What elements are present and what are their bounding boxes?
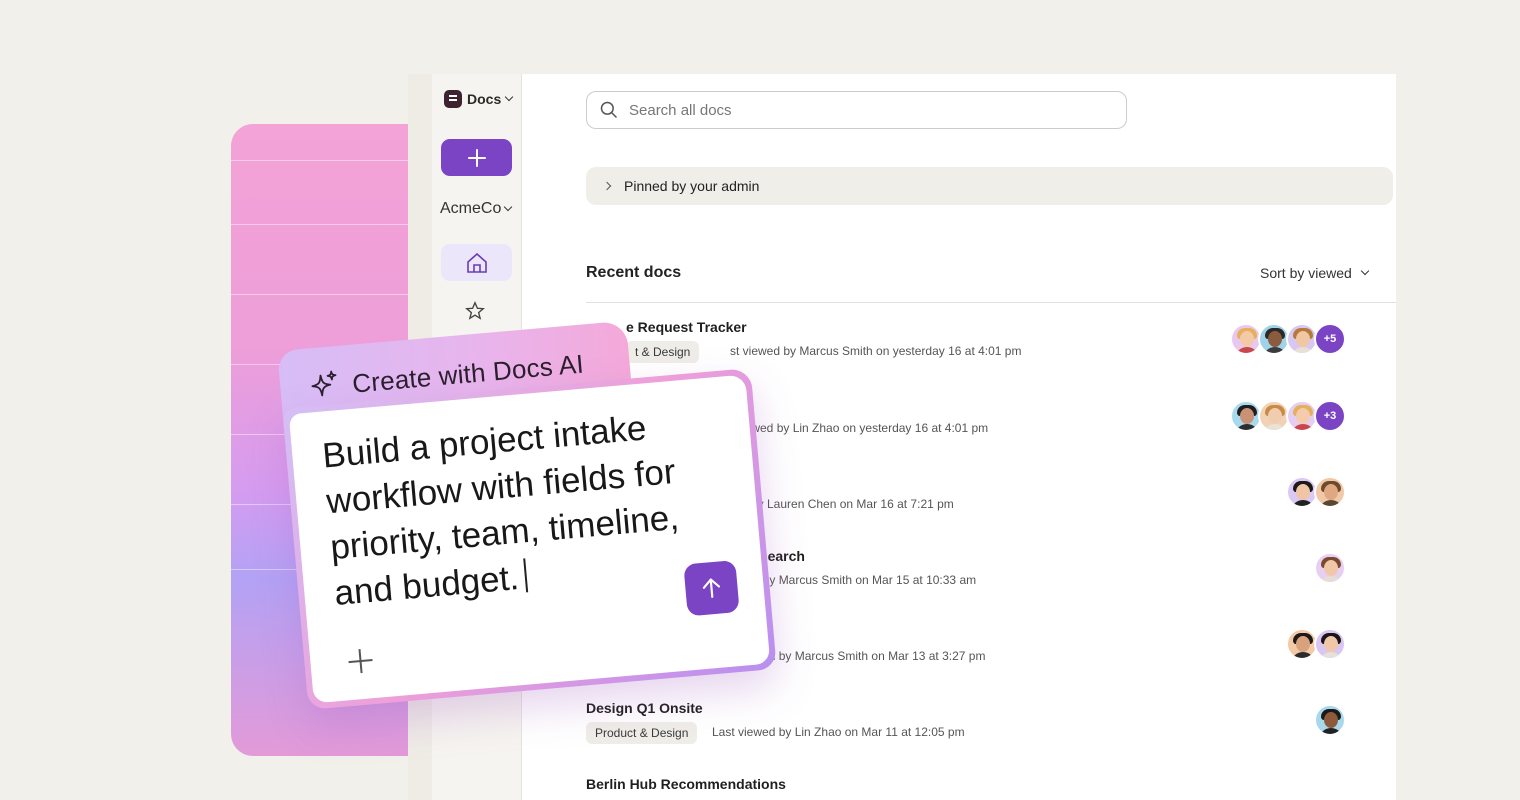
doc-meta: viewed by Lin Zhao on yesterday 16 at 4:… bbox=[736, 421, 989, 435]
send-button[interactable] bbox=[683, 560, 740, 617]
doc-row[interactable]: Berlin Hub Recommendations bbox=[586, 776, 1346, 800]
doc-title: Berlin Hub Recommendations bbox=[586, 776, 786, 792]
collaborator-avatars[interactable]: +3 bbox=[1230, 400, 1346, 432]
org-name: AcmeCo bbox=[440, 200, 502, 217]
avatar bbox=[1314, 704, 1346, 736]
avatar bbox=[1314, 628, 1346, 660]
docs-ai-card: Create with Docs AI Build a project inta… bbox=[277, 310, 777, 710]
prompt-input[interactable]: Build a project intake workflow with fie… bbox=[321, 399, 736, 617]
doc-tag: Product & Design bbox=[586, 722, 698, 744]
collaborator-avatars[interactable] bbox=[1314, 704, 1346, 736]
home-icon bbox=[466, 252, 487, 273]
app-switcher[interactable]: Docs bbox=[444, 90, 514, 108]
more-collaborators-badge[interactable]: +5 bbox=[1314, 323, 1346, 355]
star-icon[interactable] bbox=[464, 300, 486, 322]
sort-dropdown[interactable]: Sort by viewed bbox=[1260, 265, 1370, 281]
text-cursor bbox=[523, 558, 529, 593]
chevron-down-icon bbox=[504, 202, 513, 212]
sidebar-item-home[interactable] bbox=[441, 244, 512, 281]
chevron-right-icon bbox=[602, 181, 612, 191]
collaborator-avatars[interactable] bbox=[1286, 476, 1346, 508]
pinned-section-toggle[interactable]: Pinned by your admin bbox=[586, 167, 1393, 205]
plus-icon bbox=[467, 148, 486, 167]
recent-docs-heading: Recent docs bbox=[586, 264, 682, 281]
sparkle-icon bbox=[311, 370, 337, 397]
chevron-down-icon bbox=[1360, 266, 1370, 276]
more-collaborators-badge[interactable]: +3 bbox=[1314, 400, 1346, 432]
collaborator-avatars[interactable] bbox=[1286, 628, 1346, 660]
doc-meta: by Lauren Chen on Mar 16 at 7:21 pm bbox=[751, 497, 954, 511]
chevron-down-icon bbox=[504, 92, 514, 102]
doc-row[interactable]: Design Q1 Onsite Product & Design Last v… bbox=[586, 700, 1346, 760]
search-input[interactable] bbox=[629, 101, 1109, 119]
doc-title: Design Q1 Onsite bbox=[586, 700, 703, 716]
search-icon bbox=[600, 101, 618, 119]
pinned-label: Pinned by your admin bbox=[624, 178, 760, 194]
avatar bbox=[1314, 476, 1346, 508]
avatar bbox=[1314, 552, 1346, 584]
org-switcher[interactable]: AcmeCo bbox=[440, 200, 513, 218]
docs-ai-frame: Build a project intake workflow with fie… bbox=[282, 367, 777, 710]
doc-meta: Last viewed by Lin Zhao on Mar 11 at 12:… bbox=[712, 725, 965, 739]
divider bbox=[586, 302, 1396, 303]
collaborator-avatars[interactable] bbox=[1314, 552, 1346, 584]
app-name: Docs bbox=[467, 91, 502, 107]
prompt-text: Build a project intake workflow with fie… bbox=[320, 408, 681, 614]
add-attachment-icon[interactable] bbox=[348, 648, 374, 674]
collaborator-avatars[interactable]: +5 bbox=[1230, 323, 1346, 355]
docs-logo-icon bbox=[444, 90, 462, 108]
new-doc-button[interactable] bbox=[441, 139, 512, 176]
arrow-up-icon bbox=[702, 578, 721, 598]
search-bar[interactable] bbox=[586, 91, 1127, 129]
doc-meta: ed by Marcus Smith on Mar 15 at 10:33 am bbox=[746, 573, 977, 587]
doc-meta: st viewed by Marcus Smith on yesterday 1… bbox=[730, 344, 1022, 358]
docs-ai-prompt-box[interactable]: Build a project intake workflow with fie… bbox=[288, 374, 771, 704]
sort-label: Sort by viewed bbox=[1260, 265, 1352, 281]
